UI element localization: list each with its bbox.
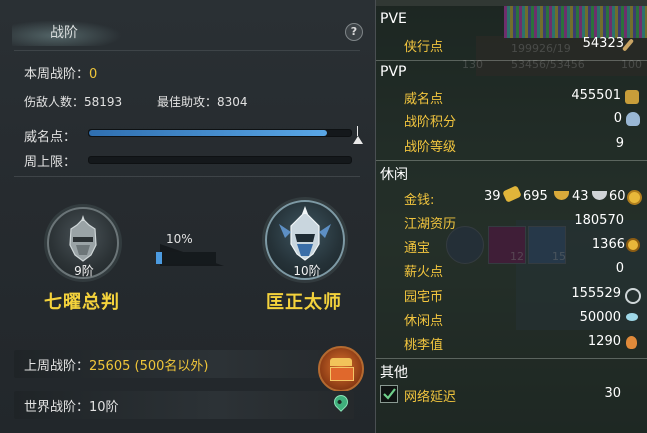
divider <box>376 160 647 161</box>
currency-tooltip: 199926/19 130 53456/53456 100 12 15 PVE … <box>376 0 647 433</box>
leisure-item-value: 1290 <box>587 334 621 349</box>
leisure-item-value: 180570 <box>574 213 624 228</box>
leisure-item-value: 0 <box>615 261 624 276</box>
leisure-item-label: 休闲点 <box>404 314 444 329</box>
leisure-item-label: 薪火点 <box>404 265 444 280</box>
pvp-item-label: 战阶等级 <box>404 140 457 155</box>
world-rank: 世界战阶：10阶 <box>24 396 119 415</box>
pvp-item-value: 455501 <box>571 88 621 103</box>
latency-checkbox[interactable] <box>380 385 398 403</box>
leisure-item-label: 江湖资历 <box>404 217 457 232</box>
latency-value: 30 <box>604 386 621 401</box>
next-rank-name: 匡正太师 <box>266 292 342 313</box>
kills-stat: 伤敌人数：58193 <box>24 93 122 110</box>
rank-panel: 战阶 ? 本周战阶：0 伤敌人数：58193 最佳助攻：8304 威名点： 周上… <box>0 0 376 433</box>
leisure-header: 休闲 <box>380 167 408 183</box>
money-label: 金钱: <box>404 193 435 208</box>
last-week-value: 25605 (500名以外) <box>89 359 209 374</box>
house-coin-icon <box>625 288 641 304</box>
best-assist-label: 最佳助攻： <box>157 95 218 109</box>
best-assist-value: 8304 <box>217 95 248 109</box>
panel-title: 战阶 <box>50 25 78 41</box>
weekly-rank: 本周战阶：0 <box>24 63 97 82</box>
pvp-item-label: 威名点 <box>404 92 444 107</box>
pve-item-label: 侠行点 <box>404 40 444 55</box>
leisure-item-label: 园宅币 <box>404 290 444 305</box>
leisure-item-label: 桃李值 <box>404 338 444 353</box>
pve-item-value: 54323 <box>582 36 624 51</box>
kills-value: 58193 <box>84 95 123 109</box>
advance-bar-fill <box>156 252 162 264</box>
tongbao-coin-icon <box>626 238 640 252</box>
last-week-label: 上周战阶： <box>24 359 90 374</box>
money-silver: 695 <box>523 189 548 204</box>
world-rank-value: 10阶 <box>89 400 119 415</box>
prestige-bar <box>88 129 352 137</box>
kills-label: 伤敌人数： <box>24 95 85 109</box>
reward-chest-icon[interactable] <box>318 346 364 392</box>
pvp-item-value: 9 <box>615 136 624 151</box>
leisure-item-label: 通宝 <box>404 241 431 256</box>
prestige-icon <box>625 90 639 104</box>
last-week-rank: 上周战阶：25605 (500名以外) <box>24 355 208 374</box>
best-assist-stat: 最佳助攻：8304 <box>157 93 248 110</box>
divider <box>14 50 360 51</box>
leisure-item-value: 1366 <box>591 237 625 252</box>
other-header: 其他 <box>380 365 408 381</box>
help-icon[interactable]: ? <box>345 23 363 41</box>
leaf-icon <box>626 313 638 321</box>
divider <box>376 60 647 61</box>
coin-icon <box>627 190 642 205</box>
current-rank-level: 9阶 <box>74 264 94 278</box>
peach-icon <box>626 336 637 349</box>
next-rank-level: 10阶 <box>293 264 321 278</box>
weekly-cap-label: 周上限： <box>24 155 77 170</box>
cap-marker-line <box>357 126 358 136</box>
world-rank-label: 世界战阶： <box>24 400 90 415</box>
latency-label: 网络延迟 <box>404 390 457 405</box>
leisure-item-value: 155529 <box>571 286 621 301</box>
advance-bar <box>156 252 216 264</box>
divider <box>14 176 360 177</box>
leisure-item-value: 50000 <box>579 310 621 325</box>
money-copper: 43 <box>572 189 589 204</box>
pvp-item-label: 战阶积分 <box>404 115 457 130</box>
prestige-bar-fill <box>89 130 328 136</box>
weekly-cap-bar <box>88 156 352 164</box>
current-rank-name: 七曜总判 <box>44 292 120 313</box>
checkmark-icon <box>383 388 396 400</box>
shield-icon <box>626 112 640 126</box>
pve-header: PVE <box>380 11 407 27</box>
pvp-header: PVP <box>380 64 407 80</box>
divider <box>376 358 647 359</box>
money-coin: 60 <box>609 189 626 204</box>
money-gold: 39 <box>484 189 501 204</box>
weekly-rank-value: 0 <box>89 67 98 82</box>
pvp-item-value: 0 <box>613 111 622 126</box>
prestige-label: 威名点： <box>24 130 77 145</box>
weekly-rank-label: 本周战阶： <box>24 67 90 82</box>
cap-marker-icon <box>353 136 363 144</box>
